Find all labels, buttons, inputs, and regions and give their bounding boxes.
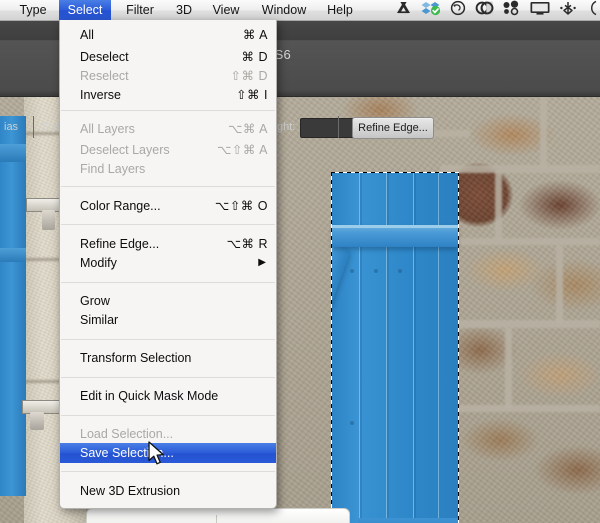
mortar-line (505, 328, 512, 408)
menu-item-shortcut: ⌥⇧⌘ A (217, 143, 268, 157)
menu-help[interactable]: Help (321, 0, 359, 20)
menu-view[interactable]: View (205, 0, 247, 20)
menu-item-deselect-layers: Deselect Layers ⌥⇧⌘ A (60, 140, 276, 160)
mortar-line (540, 88, 547, 168)
google-drive-icon[interactable] (395, 0, 412, 20)
menu-separator (61, 377, 275, 378)
menu-item-grow[interactable]: Grow (60, 291, 276, 311)
menu-item-shortcut: ⇧⌘ I (236, 88, 268, 102)
menu-item-label: Similar (80, 313, 119, 327)
menu-item-inverse[interactable]: Inverse ⇧⌘ I (60, 85, 276, 105)
menu-separator (61, 415, 275, 416)
display-icon[interactable] (528, 0, 552, 20)
creative-cloud-icon[interactable] (475, 0, 494, 20)
menu-type[interactable]: Type (12, 0, 54, 20)
menu-item-label: Edit in Quick Mask Mode (80, 389, 219, 403)
menu-item-deselect[interactable]: Deselect ⌘ D (60, 47, 276, 67)
blue-shutter (332, 173, 458, 523)
menu-item-label: Deselect (80, 50, 129, 64)
shutter-latch-bolt (42, 210, 55, 230)
bluetooth-icon[interactable] (559, 0, 577, 20)
menu-window[interactable]: Window (254, 0, 314, 20)
menu-item-label: New 3D Extrusion (80, 484, 181, 498)
menu-item-modify[interactable]: Modify ▶ (60, 253, 276, 273)
menu-filter[interactable]: Filter (118, 0, 162, 20)
screen: e Photoshop CS6 ias Style: ght: Refine E… (0, 0, 600, 523)
dropbox-icon[interactable] (421, 0, 441, 20)
mortar-line (556, 245, 563, 323)
refine-edge-button[interactable]: Refine Edge... (352, 117, 434, 139)
menu-item-shortcut: ⌥⇧⌘ O (214, 199, 268, 213)
antialias-label: ias (4, 121, 19, 133)
menu-item-shortcut: ⌘ A (242, 28, 268, 42)
menu-item-load-selection: Load Selection... (60, 424, 276, 444)
menu-item-label: Deselect Layers (80, 143, 170, 157)
menu-separator (61, 282, 275, 283)
mortar-line (440, 165, 600, 173)
window-mullion (216, 515, 217, 523)
menu-item-label: Reselect (80, 69, 129, 83)
menu-item-label: Save Selection... (80, 446, 174, 460)
menu-item-shortcut: ⇧⌘ D (230, 69, 268, 83)
menu-separator (61, 471, 275, 472)
left-shutter-rail (0, 144, 26, 162)
shutter-crossbar (332, 225, 458, 247)
time-machine-icon[interactable] (583, 0, 600, 20)
shutter-nail (398, 269, 402, 273)
options-separator (33, 116, 34, 138)
mortar-line (495, 170, 502, 240)
menu-item-shortcut: ⌘ D (241, 50, 268, 64)
submenu-arrow-icon: ▶ (258, 257, 266, 268)
menu-item-similar[interactable]: Similar (60, 310, 276, 330)
menu-separator (61, 339, 275, 340)
mac-menu-bar: Type Select Filter 3D View Window Help (0, 0, 600, 21)
menu-item-new-3d-extrusion[interactable]: New 3D Extrusion (60, 481, 276, 501)
backup-circle-icon[interactable] (449, 0, 467, 20)
height-label: ght: (277, 121, 296, 133)
shutter-crossbar-highlight (332, 225, 458, 228)
white-window-frame (86, 508, 350, 523)
menu-item-label: Transform Selection (80, 351, 192, 365)
menu-item-all[interactable]: All ⌘ A (60, 25, 276, 45)
menu-item-label: Refine Edge... (80, 237, 160, 251)
menu-item-color-range[interactable]: Color Range... ⌥⇧⌘ O (60, 196, 276, 216)
left-shutter-rail (0, 248, 26, 262)
menu-item-edit-quick-mask[interactable]: Edit in Quick Mask Mode (60, 386, 276, 406)
menu-select[interactable]: Select (59, 0, 111, 20)
menu-item-reselect: Reselect ⇧⌘ D (60, 66, 276, 86)
menu-item-label: Grow (80, 294, 110, 308)
shutter-nail (350, 269, 354, 273)
menu-item-find-layers: Find Layers (60, 159, 276, 179)
menu-item-label: Inverse (80, 88, 121, 102)
menu-item-refine-edge[interactable]: Refine Edge... ⌥⌘ R (60, 234, 276, 254)
shutter-latch-bolt (30, 412, 44, 430)
menu-item-shortcut: ⌥⌘ A (227, 122, 268, 136)
four-dots-icon[interactable] (501, 0, 521, 20)
menu-item-label: All Layers (80, 122, 135, 136)
menu-item-transform-selection[interactable]: Transform Selection (60, 348, 276, 368)
bottom-blue-shutter (358, 518, 458, 523)
menu-item-all-layers: All Layers ⌥⌘ A (60, 119, 276, 139)
menu-separator (61, 224, 275, 225)
options-separator (338, 116, 339, 138)
menu-item-save-selection[interactable]: Save Selection... (60, 443, 276, 463)
shutter-nail (374, 269, 378, 273)
shutter-nail (350, 421, 354, 425)
select-dropdown-menu[interactable]: All ⌘ A Deselect ⌘ D Reselect ⇧⌘ D Inver… (59, 20, 277, 509)
menu-separator (61, 110, 275, 111)
menu-item-label: Modify (80, 256, 117, 270)
menu-item-label: Color Range... (80, 199, 161, 213)
menu-item-shortcut: ⌥⌘ R (226, 237, 268, 251)
menu-item-label: Find Layers (80, 162, 146, 176)
menu-separator (61, 186, 275, 187)
height-input[interactable] (300, 118, 356, 138)
menu-item-label: Load Selection... (80, 427, 174, 441)
left-shutter (0, 116, 26, 496)
menu-3d[interactable]: 3D (170, 0, 198, 20)
menu-item-label: All (80, 28, 94, 42)
